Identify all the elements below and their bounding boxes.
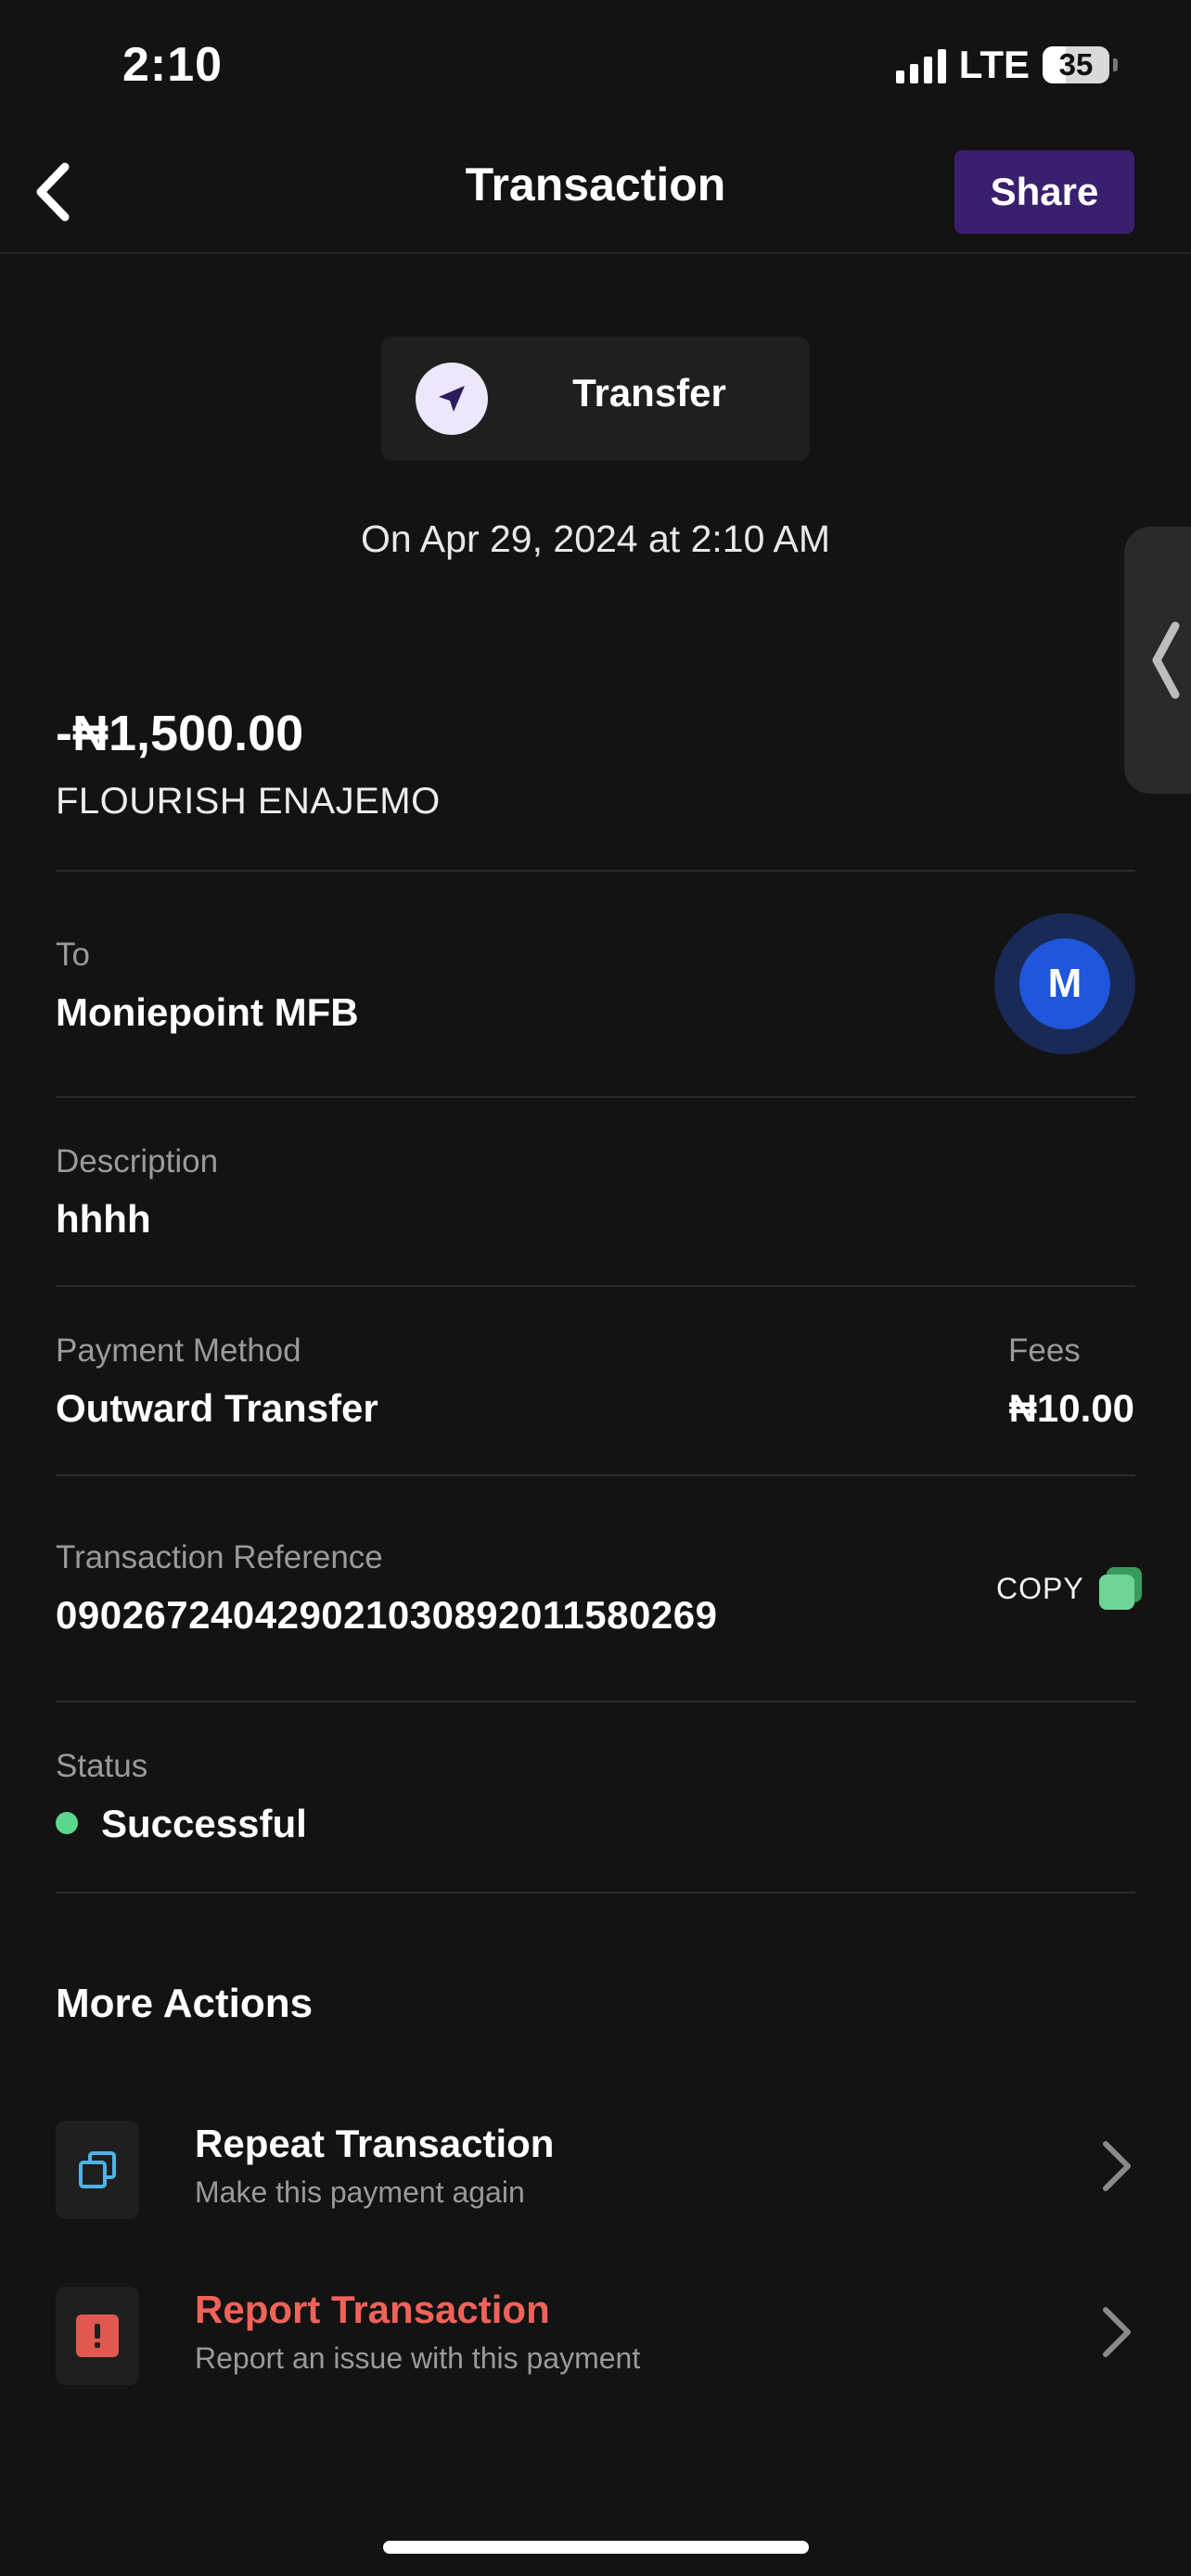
signal-icon [895, 46, 946, 83]
copy-icon [1098, 1567, 1142, 1610]
chevron-right-icon [1103, 2141, 1131, 2191]
payment-method-label: Payment Method [56, 1333, 301, 1369]
side-drawer-handle[interactable] [1124, 527, 1191, 794]
status-dot-icon [56, 1812, 78, 1834]
copy-label: COPY [996, 1571, 1084, 1605]
home-indicator[interactable] [383, 2541, 809, 2554]
battery-level: 35 [1058, 47, 1094, 82]
bank-avatar: M [994, 913, 1135, 1054]
repeat-icon [56, 2121, 139, 2219]
divider [56, 1285, 1135, 1287]
share-button[interactable]: Share [954, 150, 1134, 234]
send-icon [416, 363, 488, 435]
divider [56, 1096, 1135, 1098]
divider [56, 1701, 1135, 1702]
repeat-transaction-subtitle: Make this payment again [195, 2175, 525, 2209]
to-label: To [56, 937, 90, 973]
repeat-transaction-item[interactable]: Repeat Transaction Make this payment aga… [0, 2105, 1191, 2244]
chevron-left-icon [1152, 621, 1180, 699]
fees-label: Fees [1008, 1333, 1081, 1369]
divider [56, 1892, 1135, 1894]
to-value: Moniepoint MFB [56, 990, 359, 1034]
bank-initial: M [1019, 938, 1110, 1029]
reference-value: 090267240429021030892011580269 [56, 1593, 718, 1637]
report-transaction-subtitle: Report an issue with this payment [195, 2341, 641, 2375]
header-divider [0, 252, 1191, 254]
transaction-type-label: Transfer [572, 371, 726, 414]
status-label: Status [56, 1748, 148, 1784]
fees-value: ₦10.00 [1008, 1386, 1134, 1430]
status-time: 2:10 [122, 38, 224, 92]
divider [56, 1474, 1135, 1476]
report-transaction-title: Report Transaction [195, 2288, 550, 2331]
divider [56, 870, 1135, 872]
transaction-date: On Apr 29, 2024 at 2:10 AM [360, 517, 830, 560]
description-label: Description [56, 1143, 219, 1180]
report-icon [56, 2287, 139, 2385]
copy-reference-button[interactable]: COPY [996, 1567, 1142, 1610]
more-actions-title: More Actions [56, 1981, 314, 2026]
payment-method-value: Outward Transfer [56, 1386, 378, 1430]
report-transaction-item[interactable]: Report Transaction Report an issue with … [0, 2271, 1191, 2410]
network-label: LTE [958, 43, 1030, 86]
repeat-transaction-title: Repeat Transaction [195, 2122, 555, 2165]
status-indicators: LTE 35 [895, 43, 1118, 87]
status-value: Successful [101, 1802, 307, 1845]
battery-icon: 35 [1043, 46, 1118, 83]
reference-label: Transaction Reference [56, 1539, 383, 1575]
chevron-right-icon [1103, 2307, 1131, 2357]
recipient-name: FLOURISH ENAJEMO [56, 781, 441, 822]
description-value: hhhh [56, 1197, 151, 1241]
transaction-amount: -₦1,500.00 [56, 706, 304, 761]
